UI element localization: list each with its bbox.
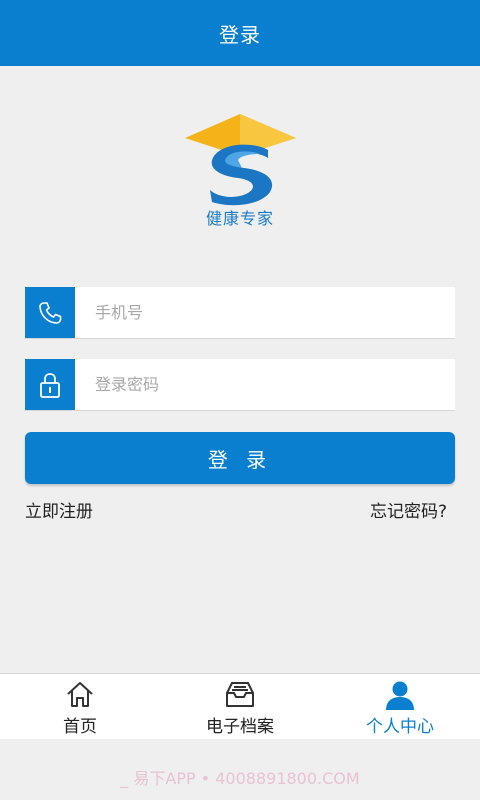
watermark: _ 易下APP • 4008891800.COM [120,769,360,788]
tab-records-label: 电子档案 [206,717,274,737]
password-field [25,359,455,411]
phone-icon [25,287,75,338]
person-icon [386,681,414,710]
password-input[interactable] [75,359,455,410]
tab-records[interactable]: 电子档案 [160,674,320,739]
phone-field [25,287,455,339]
lock-icon [25,359,75,410]
home-icon [67,682,93,707]
tab-profile-label: 个人中心 [366,717,434,737]
app-logo: 健康专家 [180,108,300,233]
inbox-icon [226,682,254,707]
forgot-password-link[interactable]: 忘记密码? [370,497,447,522]
tab-home-label: 首页 [63,717,97,737]
top-bar: 登录 [0,0,480,66]
page-title: 登录 [219,22,261,47]
login-button[interactable]: 登 录 [25,432,455,484]
tab-home[interactable]: 首页 [0,674,160,739]
register-link[interactable]: 立即注册 [25,497,93,522]
phone-input[interactable] [75,287,455,338]
tab-profile[interactable]: 个人中心 [320,674,480,739]
logo-emblem [185,114,296,206]
brand-name: 健康专家 [205,209,274,228]
bottom-tab-bar: 首页 电子档案 个人中心 [0,673,480,739]
